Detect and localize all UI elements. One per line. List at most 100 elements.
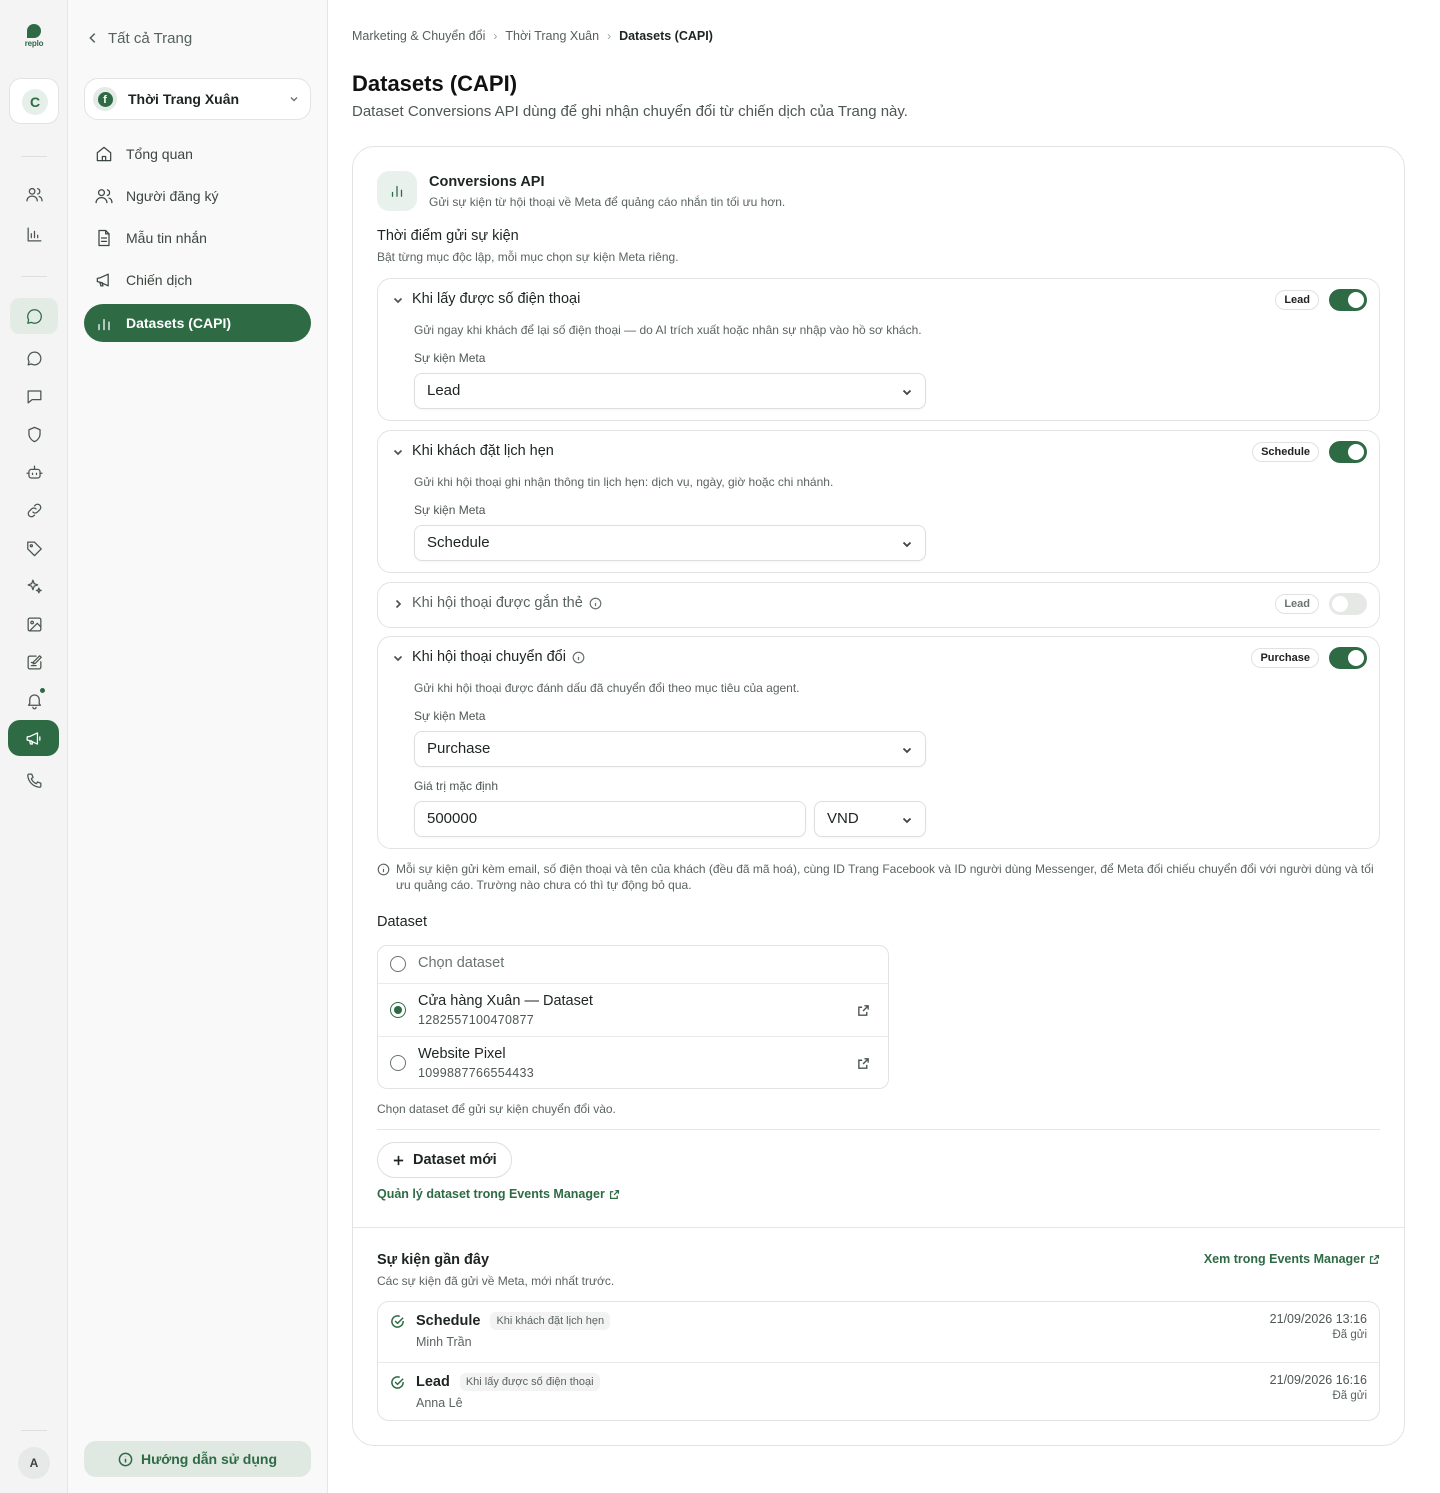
breadcrumb-item[interactable]: Marketing & Chuyển đổi [352,29,485,43]
manage-datasets-label: Quản lý dataset trong Events Manager [377,1187,605,1201]
dataset-name: Website Pixel [418,1046,506,1062]
trigger-description: Gửi khi hội thoại được đánh dấu đã chuyể… [414,681,800,695]
info-icon[interactable] [589,597,602,610]
external-link-icon[interactable] [857,1057,870,1070]
chevron-down-icon [393,297,403,304]
dataset-option[interactable]: Website Pixel 1099887766554433 [378,1036,888,1088]
trigger-toggle[interactable] [1329,647,1367,669]
radio-button[interactable] [390,1055,406,1071]
meta-event-value: Lead [427,382,461,399]
trigger-header[interactable]: Khi lấy được số điện thoại Lead [378,279,1379,323]
image-icon[interactable] [10,606,58,642]
tag-icon[interactable] [10,530,58,566]
back-to-all-pages[interactable]: Tất cả Trang [86,26,192,50]
sidebar-item-label: Datasets (CAPI) [126,315,232,331]
event-badge: Lead [1275,290,1319,310]
info-icon [377,863,390,876]
radio-button[interactable] [390,1002,406,1018]
edit-list-icon[interactable] [10,644,58,680]
event-badge: Lead [1275,594,1319,614]
chevron-left-icon [89,33,96,43]
sidebar-item-overview[interactable]: Tổng quan [84,135,311,173]
help-guide-button[interactable]: Hướng dẫn sử dụng [84,1441,311,1477]
chart-icon[interactable] [10,216,58,252]
check-circle-icon [391,1315,404,1328]
link-icon[interactable] [10,492,58,528]
home-icon [96,146,112,162]
page-title: Datasets (CAPI) [352,71,518,96]
new-dataset-button[interactable]: Dataset mới [377,1142,512,1178]
info-icon[interactable] [572,651,585,664]
trigger-toggle[interactable] [1329,441,1367,463]
external-link-icon[interactable] [857,1004,870,1017]
phone-icon[interactable] [10,762,58,798]
help-guide-label: Hướng dẫn sử dụng [141,1451,277,1467]
meta-event-label: Sự kiện Meta [414,503,486,517]
trigger-phone-captured: Khi lấy được số điện thoại Lead Gửi ngay… [377,278,1380,421]
back-label: Tất cả Trang [108,29,193,47]
workspace-switcher[interactable]: C [9,78,59,124]
chevron-right-icon: › [607,29,612,43]
meta-event-select[interactable]: Lead [414,373,926,409]
message-square-icon[interactable] [10,378,58,414]
chevron-down-icon [393,449,403,456]
currency-select[interactable]: VND [814,801,926,837]
megaphone-icon[interactable] [8,720,59,756]
chat-bubble-icon[interactable] [10,298,58,334]
event-badge: Schedule [1252,442,1319,462]
default-value-input[interactable]: 500000 [414,801,806,837]
dataset-name: Cửa hàng Xuân — Dataset [418,993,593,1009]
user-avatar[interactable]: A [18,1447,50,1479]
sidebar-item-campaigns[interactable]: Chiến dịch [84,261,311,299]
sparkles-icon[interactable] [10,568,58,604]
trigger-title: Khi khách đặt lịch hẹn [412,443,554,459]
trigger-appointment: Khi khách đặt lịch hẹn Schedule Gửi khi … [377,430,1380,573]
trigger-header[interactable]: Khi khách đặt lịch hẹn Schedule [378,431,1379,475]
section-divider [353,1227,1404,1228]
bar-chart-icon [98,319,110,331]
chat-icon[interactable] [10,340,58,376]
trigger-toggle[interactable] [1329,593,1367,615]
meta-event-select[interactable]: Schedule [414,525,926,561]
timing-title: Thời điểm gửi sự kiện [377,228,519,244]
bell-icon[interactable] [10,682,58,718]
replo-logo[interactable]: replo [22,24,46,48]
recent-events-title: Sự kiện gần đây [377,1252,490,1268]
trigger-title: Khi lấy được số điện thoại [412,291,581,307]
facebook-icon: f [93,87,117,111]
dataset-option-none[interactable]: Chọn dataset [378,946,888,983]
event-user: Anna Lê [416,1396,463,1410]
shield-icon[interactable] [10,416,58,452]
sidebar-item-templates[interactable]: Mẫu tin nhắn [84,219,311,257]
dataset-id: 1099887766554433 [418,1066,535,1080]
manage-datasets-link[interactable]: Quản lý dataset trong Events Manager [377,1187,620,1201]
trigger-header[interactable]: Khi hội thoại được gắn thẻ Lead [378,583,1379,627]
meta-event-label: Sự kiện Meta [414,351,486,365]
bot-icon[interactable] [10,454,58,490]
capi-card: Conversions API Gửi sự kiện từ hội thoại… [352,146,1405,1446]
breadcrumb-current: Datasets (CAPI) [619,29,713,43]
notification-dot [39,687,46,694]
trigger-header[interactable]: Khi hội thoại chuyển đổi Purchase [378,637,1379,681]
radio-button[interactable] [390,956,406,972]
recent-events-list: Schedule Khi khách đặt lịch hẹn Minh Trần… [377,1301,1380,1421]
event-name: Schedule Khi khách đặt lịch hẹn [416,1312,611,1330]
trigger-description: Gửi khi hội thoại ghi nhận thông tin lịc… [414,475,834,489]
bar-chart-icon [377,171,417,211]
dataset-option[interactable]: Cửa hàng Xuân — Dataset 1282557100470877 [378,983,888,1036]
page-selector[interactable]: f Thời Trang Xuân [84,78,311,120]
trigger-title: Khi hội thoại chuyển đổi [412,649,585,665]
sidebar-item-label: Chiến dịch [126,272,193,288]
users-icon[interactable] [10,176,58,212]
sidebar-item-datasets[interactable]: Datasets (CAPI) [84,304,311,342]
meta-event-select[interactable]: Purchase [414,731,926,767]
file-text-icon [98,229,110,247]
page-selector-name: Thời Trang Xuân [128,91,240,107]
event-row: Lead Khi lấy được số điện thoại Anna Lê 2… [378,1362,1379,1420]
breadcrumb-item[interactable]: Thời Trang Xuân [505,29,599,43]
sidebar-item-subscribers[interactable]: Người đăng ký [84,177,311,215]
default-value-text: 500000 [427,810,478,827]
trigger-toggle[interactable] [1329,289,1367,311]
view-in-events-manager-link[interactable]: Xem trong Events Manager [1204,1252,1380,1266]
chevron-down-icon [290,97,298,102]
